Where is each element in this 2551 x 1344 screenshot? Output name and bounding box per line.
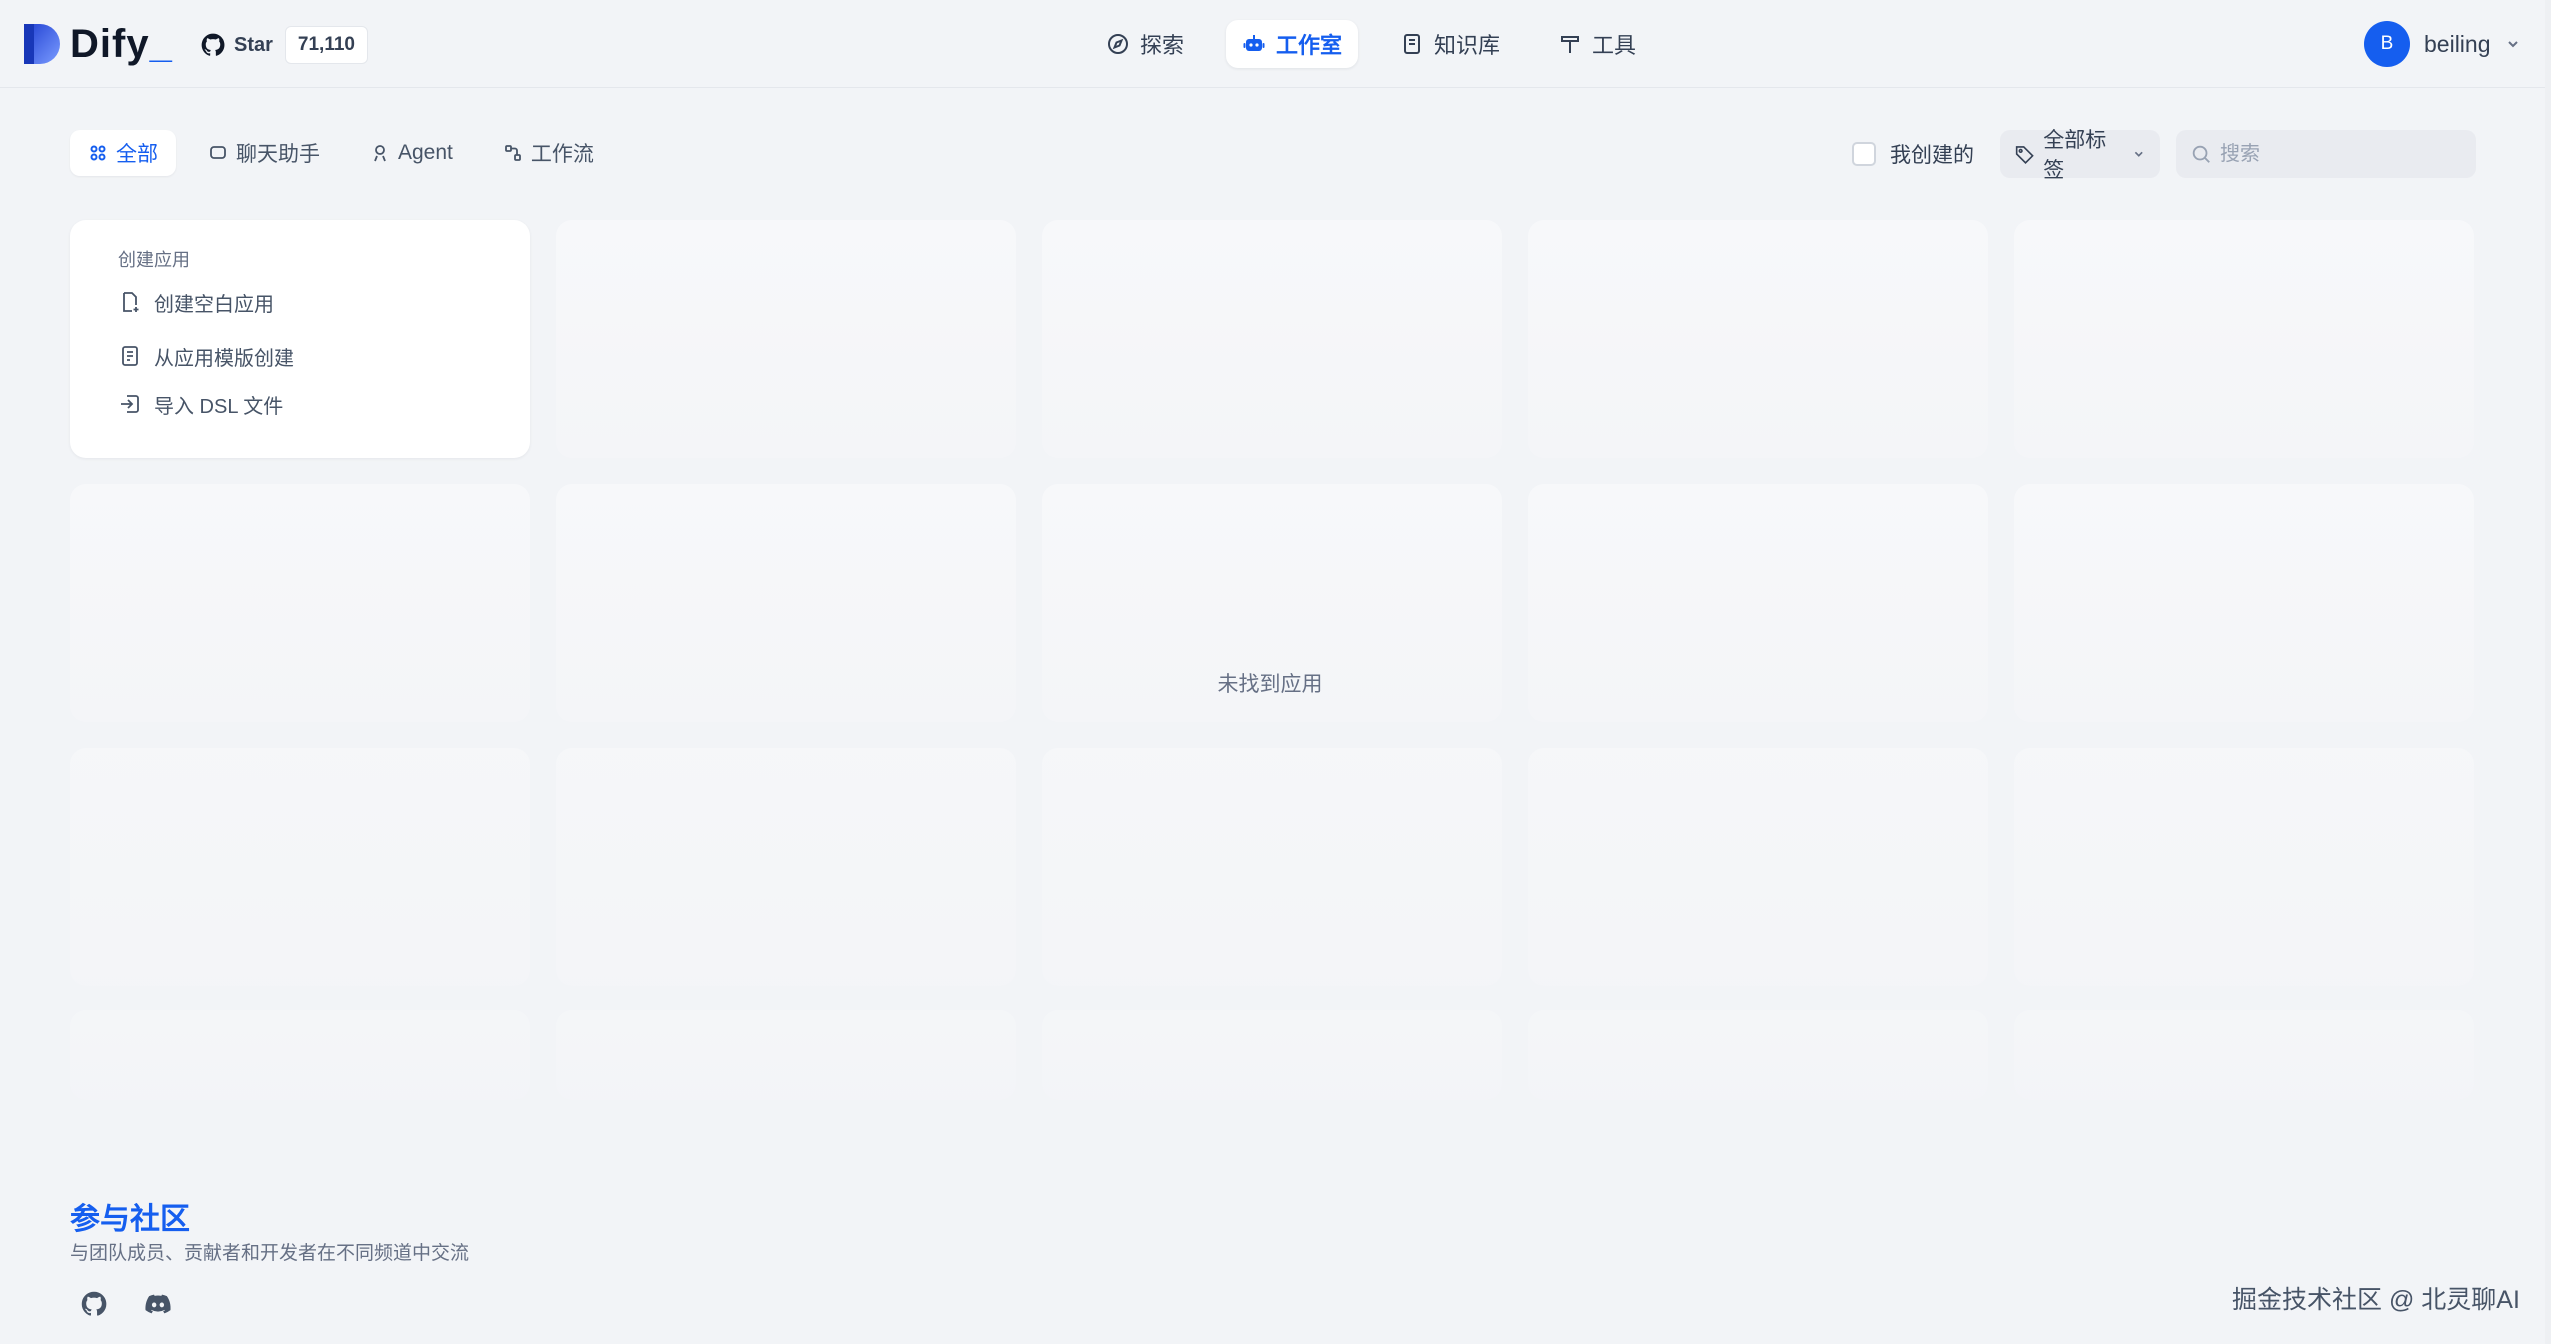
nav-explore-label: 探索 bbox=[1140, 33, 1185, 58]
create-blank-app-button[interactable]: 创建空白应用 bbox=[118, 282, 274, 322]
hammer-icon bbox=[1561, 36, 1580, 53]
app-card-placeholder bbox=[556, 1010, 1016, 1100]
top-header: Dify_ Star 71,110 探索 工作室 知识库 工具 B beilin… bbox=[0, 0, 2551, 88]
compass-icon bbox=[1108, 34, 1128, 54]
tab-chat-assistant[interactable]: 聊天助手 bbox=[190, 130, 338, 176]
tab-agent-label: Agent bbox=[398, 141, 453, 164]
nav-knowledge[interactable]: 知识库 bbox=[1384, 20, 1516, 68]
chat-icon bbox=[210, 146, 226, 159]
page-scrollbar[interactable] bbox=[2545, 0, 2551, 1344]
app-card-placeholder bbox=[70, 748, 530, 986]
discord-link[interactable] bbox=[140, 1286, 176, 1322]
app-card-placeholder bbox=[70, 1010, 530, 1100]
create-app-title: 创建应用 bbox=[118, 250, 190, 270]
user-name: beiling bbox=[2424, 30, 2491, 57]
github-star[interactable]: Star 71,110 bbox=[200, 26, 368, 64]
tab-workflow-label: 工作流 bbox=[530, 143, 594, 166]
main-nav: 探索 工作室 知识库 工具 bbox=[1090, 20, 1652, 68]
chevron-down-icon bbox=[2135, 151, 2144, 157]
app-card-placeholder bbox=[2014, 748, 2474, 986]
created-by-me-label: 我创建的 bbox=[1890, 144, 1974, 167]
logo-text: Dify_ bbox=[70, 21, 173, 66]
create-from-template-button[interactable]: 从应用模版创建 bbox=[118, 336, 294, 376]
template-icon bbox=[122, 346, 138, 366]
app-card-placeholder bbox=[1042, 1010, 1502, 1100]
app-card-placeholder bbox=[1042, 220, 1502, 458]
dify-logo[interactable]: Dify_ bbox=[22, 22, 173, 66]
star-label: Star bbox=[234, 33, 273, 56]
community-subtitle: 与团队成员、贡献者和开发者在不同频道中交流 bbox=[70, 1243, 470, 1264]
workflow-icon bbox=[504, 145, 521, 161]
dify-logo-icon bbox=[24, 24, 60, 64]
create-from-template-label: 从应用模版创建 bbox=[154, 347, 294, 370]
created-by-me-checkbox[interactable] bbox=[1852, 142, 1876, 166]
tags-filter-dropdown[interactable]: 全部标签 bbox=[2000, 129, 2160, 182]
github-link[interactable] bbox=[76, 1286, 112, 1322]
tab-workflow[interactable]: 工作流 bbox=[485, 130, 612, 176]
app-card-placeholder bbox=[556, 220, 1016, 458]
app-card-placeholder bbox=[1528, 484, 1988, 722]
search-box[interactable] bbox=[2176, 130, 2476, 178]
app-card-placeholder bbox=[2014, 220, 2474, 458]
github-star-button[interactable]: Star bbox=[200, 26, 285, 64]
agent-icon bbox=[374, 145, 386, 162]
import-dsl-label: 导入 DSL 文件 bbox=[154, 395, 284, 418]
app-card-placeholder bbox=[1528, 1010, 1988, 1100]
app-card-placeholder bbox=[556, 748, 1016, 986]
tag-icon bbox=[2015, 146, 2034, 164]
watermark-text: 掘金技术社区 @ 北灵聊AI bbox=[2232, 1286, 2520, 1314]
nav-studio[interactable]: 工作室 bbox=[1226, 20, 1359, 68]
import-dsl-button[interactable]: 导入 DSL 文件 bbox=[118, 384, 283, 424]
app-card-placeholder bbox=[1528, 748, 1988, 986]
nav-studio-label: 工作室 bbox=[1276, 33, 1343, 58]
avatar: B bbox=[2364, 21, 2410, 67]
robot-icon bbox=[1243, 35, 1265, 51]
tab-all-label: 全部 bbox=[116, 143, 158, 166]
github-icon bbox=[201, 33, 225, 56]
nav-knowledge-label: 知识库 bbox=[1434, 33, 1501, 58]
app-card-placeholder bbox=[1042, 748, 1502, 986]
discord-icon bbox=[145, 1294, 171, 1314]
create-blank-app-label: 创建空白应用 bbox=[154, 293, 274, 316]
create-app-card: 创建应用 创建空白应用 从应用模版创建 导入 DSL 文件 bbox=[70, 220, 530, 458]
book-icon bbox=[1404, 34, 1421, 54]
created-by-me-filter[interactable]: 我创建的 bbox=[1852, 138, 1974, 170]
nav-explore[interactable]: 探索 bbox=[1090, 20, 1200, 68]
search-input[interactable] bbox=[2220, 142, 2460, 166]
app-card-placeholder bbox=[70, 484, 530, 722]
file-plus-icon bbox=[123, 292, 139, 312]
tags-filter-label: 全部标签 bbox=[2043, 129, 2107, 182]
tab-all[interactable]: 全部 bbox=[70, 130, 176, 176]
app-card-placeholder bbox=[556, 484, 1016, 722]
search-icon bbox=[2192, 145, 2210, 163]
import-icon bbox=[121, 395, 139, 413]
app-type-tabs: 全部 聊天助手 Agent 工作流 bbox=[70, 130, 612, 176]
tab-chat-assistant-label: 聊天助手 bbox=[236, 143, 320, 166]
star-count: 71,110 bbox=[284, 26, 368, 64]
empty-state-text: 未找到应用 bbox=[1217, 673, 1323, 696]
chevron-down-icon bbox=[2507, 41, 2518, 48]
nav-tools-label: 工具 bbox=[1592, 33, 1637, 58]
grid-icon bbox=[90, 145, 106, 161]
app-card-placeholder bbox=[1528, 220, 1988, 458]
app-card-placeholder bbox=[2014, 484, 2474, 722]
nav-tools[interactable]: 工具 bbox=[1542, 20, 1652, 68]
community-title: 参与社区 bbox=[70, 1203, 190, 1236]
github-icon bbox=[81, 1291, 107, 1316]
user-menu[interactable]: B beiling bbox=[2364, 20, 2521, 68]
app-card-placeholder bbox=[2014, 1010, 2474, 1100]
tab-agent[interactable]: Agent bbox=[352, 130, 471, 176]
community-links bbox=[76, 1286, 176, 1322]
